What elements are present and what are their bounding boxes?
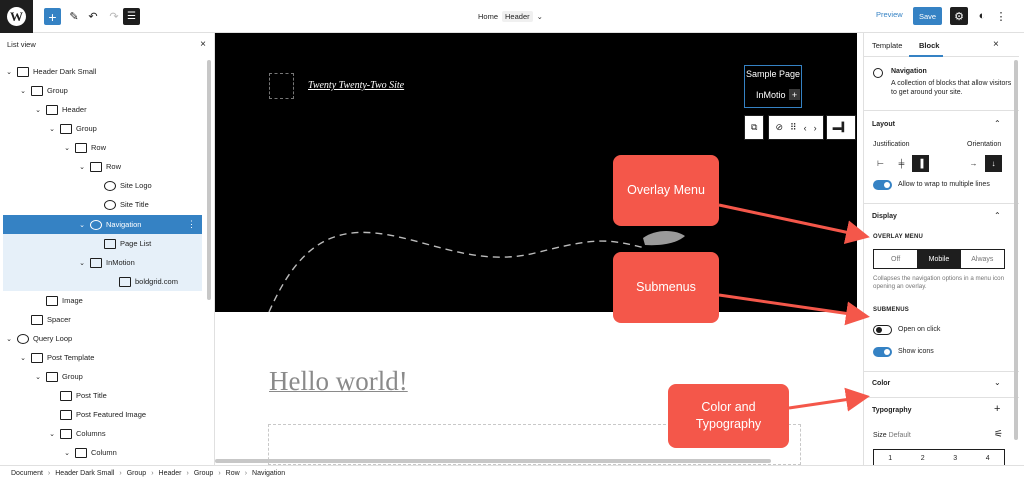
breadcrumb-item[interactable]: Header — [159, 470, 182, 477]
breadcrumb-item[interactable]: Navigation — [252, 470, 285, 477]
breadcrumb-separator: › — [218, 469, 221, 477]
breadcrumb-separator: › — [186, 469, 189, 477]
annotation-arrows — [718, 203, 870, 412]
callout-submenus: Submenus — [613, 252, 719, 323]
breadcrumb-item[interactable]: Header Dark Small — [55, 470, 114, 477]
breadcrumb-separator: › — [47, 469, 51, 477]
breadcrumb-item[interactable]: Row — [226, 470, 240, 477]
breadcrumb-item[interactable]: Group — [194, 470, 213, 477]
breadcrumb-item[interactable]: Group — [127, 470, 146, 477]
breadcrumb-separator: › — [244, 469, 248, 477]
callout-color-and-typography: Color and Typography — [668, 384, 789, 448]
callout-overlay-menu: Overlay Menu — [613, 155, 719, 226]
breadcrumb-separator: › — [151, 469, 154, 477]
breadcrumb-item[interactable]: Document — [11, 470, 43, 477]
breadcrumb: Document › Header Dark Small › Group › H… — [0, 465, 1024, 480]
breadcrumb-separator: › — [119, 469, 122, 477]
